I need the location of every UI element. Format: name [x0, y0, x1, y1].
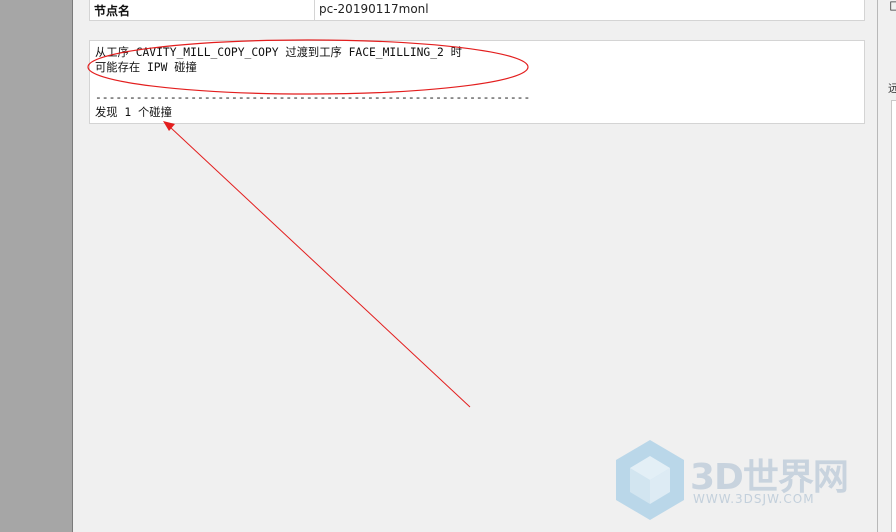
right-panel-glyph-top: 匚	[889, 0, 896, 13]
report-line-transition: 从工序 CAVITY_MILL_COPY_COPY 过渡到工序 FACE_MIL…	[95, 46, 462, 59]
node-name-value: pc-20190117monl	[319, 2, 429, 16]
report-separator: ----------------------------------------…	[95, 91, 531, 104]
report-line-ipw: 可能存在 IPW 碰撞	[95, 61, 197, 74]
report-line-result: 发现 1 个碰撞	[95, 106, 172, 119]
left-gutter	[0, 0, 72, 532]
info-table-row: 节点名 pc-20190117monl	[89, 0, 865, 21]
right-panel-glyph-mid: 远	[888, 82, 896, 95]
right-panel-frame	[891, 100, 896, 532]
collision-report-box[interactable]: 从工序 CAVITY_MILL_COPY_COPY 过渡到工序 FACE_MIL…	[89, 40, 865, 124]
node-name-label: 节点名	[90, 0, 315, 20]
